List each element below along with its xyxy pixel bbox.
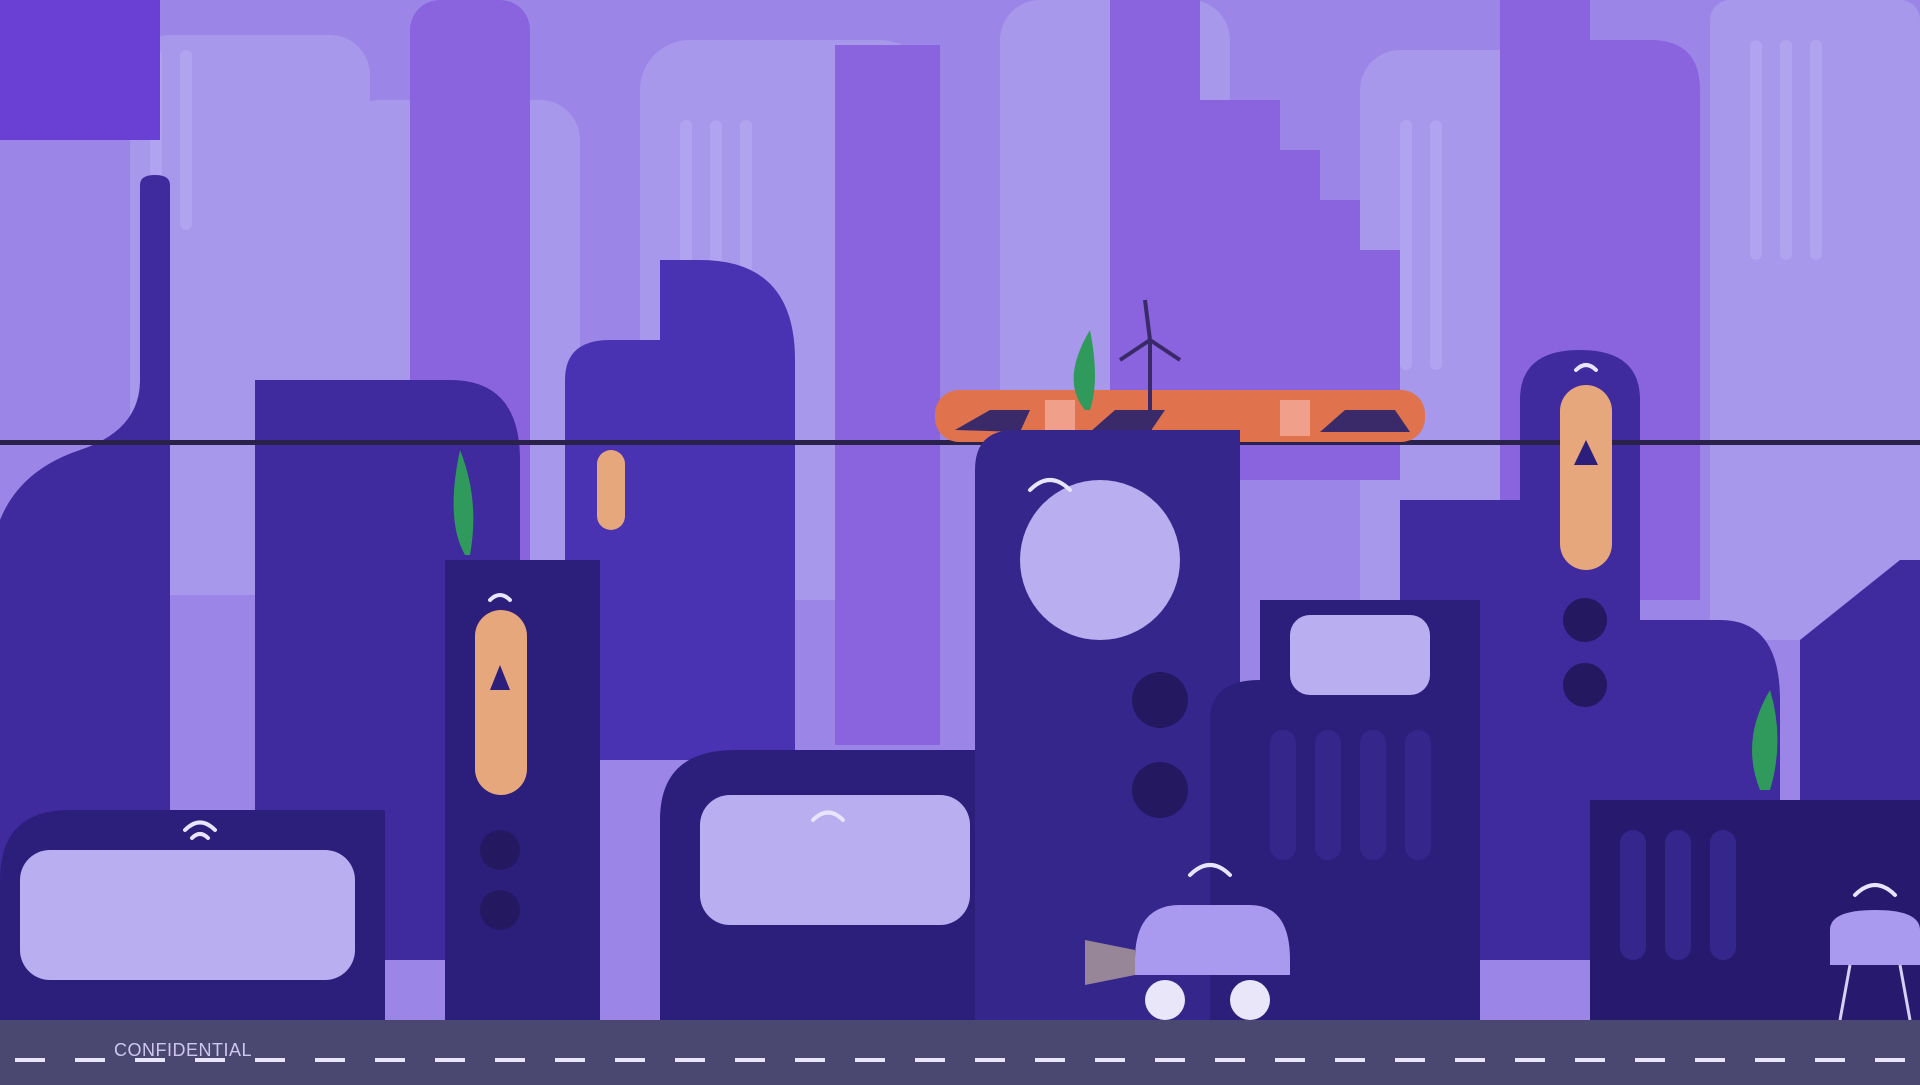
road xyxy=(0,1020,1920,1085)
city-illustration xyxy=(0,0,1920,1085)
confidential-label: CONFIDENTIAL xyxy=(114,1040,253,1060)
